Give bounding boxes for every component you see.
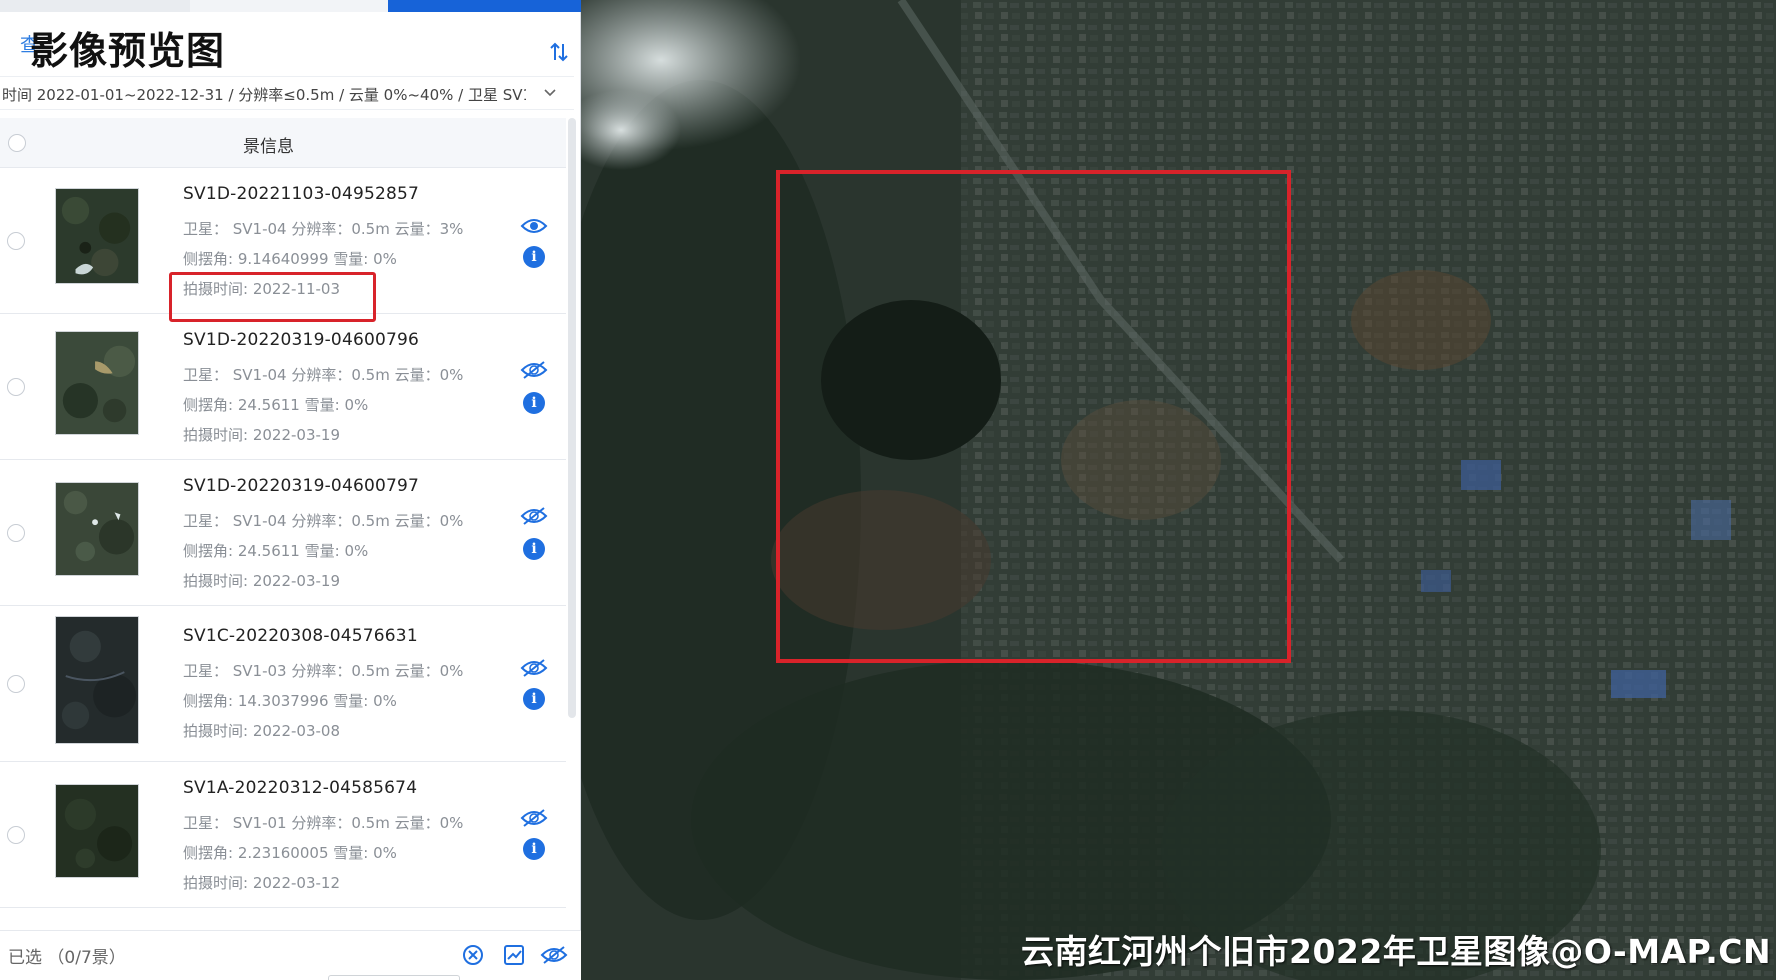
scene-id: SV1D-20220319-04600796 (183, 330, 420, 350)
scene-meta-line2: 侧摆角: 14.3037996 雪量: 0% (183, 692, 397, 710)
list-item[interactable]: SV1A-20220312-04585674 卫星： SV1-01 分辨率：0.… (0, 762, 566, 908)
scene-meta-line1: 卫星： SV1-03 分辨率：0.5m 云量：0% (183, 662, 464, 680)
scene-radio[interactable] (7, 675, 25, 693)
eye-off-icon[interactable] (520, 506, 548, 526)
scene-meta-line2: 侧摆角: 9.14640999 雪量: 0% (183, 250, 397, 268)
scene-meta-line2: 侧摆角: 24.5611 雪量: 0% (183, 396, 369, 414)
list-item[interactable]: SV1C-20220308-04576631 卫星： SV1-03 分辨率：0.… (0, 606, 566, 762)
tab-inactive[interactable] (0, 0, 190, 12)
scene-id: SV1C-20220308-04576631 (183, 626, 418, 646)
scene-radio[interactable] (7, 378, 25, 396)
scene-capture-time: 拍摄时间: 2022-03-12 (183, 874, 340, 892)
eye-off-icon[interactable] (520, 658, 548, 678)
panel-footer: 已选 （0/7景） (0, 930, 581, 980)
capture-time-highlight (169, 272, 376, 322)
scene-id: SV1D-20221103-04952857 (183, 184, 420, 204)
watermark: 云南红河州个旧市2022年卫星图像@O-MAP.CN (1021, 932, 1772, 971)
scene-search-panel: 查 影像预览图 时间 2022-01-01~2022-12-31 / 分辨率≤0… (0, 0, 581, 980)
sort-icon[interactable] (549, 40, 569, 64)
scene-meta-line1: 卫星： SV1-04 分辨率：0.5m 云量：0% (183, 366, 464, 384)
scene-radio[interactable] (7, 232, 25, 250)
list-item[interactable]: SV1D-20220319-04600796 卫星： SV1-04 分辨率：0.… (0, 314, 566, 460)
scene-thumbnail (55, 331, 139, 435)
scene-meta-line1: 卫星： SV1-04 分辨率：0.5m 云量：3% (183, 220, 464, 238)
select-all-radio[interactable] (8, 134, 26, 152)
scene-thumbnail (55, 784, 139, 878)
scene-capture-time: 拍摄时间: 2022-03-19 (183, 426, 340, 444)
scene-thumbnail (55, 188, 139, 284)
filter-summary-bar[interactable]: 时间 2022-01-01~2022-12-31 / 分辨率≤0.5m / 云量… (0, 76, 574, 110)
area-of-interest-outline (776, 170, 1291, 663)
scene-thumbnail (55, 616, 139, 744)
footer-scroll-handle[interactable] (328, 975, 460, 980)
scene-meta-line1: 卫星： SV1-01 分辨率：0.5m 云量：0% (183, 814, 464, 832)
info-icon[interactable]: i (523, 538, 545, 560)
satellite-map-view[interactable]: 云南红河州个旧市2022年卫星图像@O-MAP.CN (581, 0, 1776, 980)
scene-capture-time: 拍摄时间: 2022-03-08 (183, 722, 340, 740)
panel-tab-strip (0, 0, 581, 12)
scene-capture-time: 拍摄时间: 2022-03-19 (183, 572, 340, 590)
chevron-down-icon[interactable] (543, 86, 557, 100)
scene-radio[interactable] (7, 826, 25, 844)
scene-meta-line2: 侧摆角: 24.5611 雪量: 0% (183, 542, 369, 560)
selected-count: 已选 （0/7景） (8, 948, 126, 968)
scene-thumbnail (55, 482, 139, 576)
info-icon[interactable]: i (523, 392, 545, 414)
list-scrollbar[interactable] (568, 118, 576, 718)
scene-meta-line1: 卫星： SV1-04 分辨率：0.5m 云量：0% (183, 512, 464, 530)
zoom-to-extent-icon[interactable] (502, 943, 526, 967)
eye-off-icon[interactable] (520, 360, 548, 380)
scene-id: SV1A-20220312-04585674 (183, 778, 418, 798)
eye-icon[interactable] (520, 216, 548, 236)
eye-off-icon[interactable] (520, 808, 548, 828)
page-title: 影像预览图 (30, 28, 226, 73)
panel-header: 查 影像预览图 (0, 12, 581, 73)
scene-id: SV1D-20220319-04600797 (183, 476, 420, 496)
clear-selection-icon[interactable] (461, 943, 485, 967)
info-icon[interactable]: i (523, 246, 545, 268)
scene-meta-line2: 侧摆角: 2.23160005 雪量: 0% (183, 844, 397, 862)
tab-active[interactable] (388, 0, 581, 12)
scene-radio[interactable] (7, 524, 25, 542)
info-icon[interactable]: i (523, 838, 545, 860)
info-icon[interactable]: i (523, 688, 545, 710)
eye-off-icon[interactable] (540, 943, 568, 967)
list-header-title: 景信息 (243, 137, 294, 157)
filter-summary-text: 时间 2022-01-01~2022-12-31 / 分辨率≤0.5m / 云量… (2, 86, 526, 104)
list-header: 景信息 (0, 118, 566, 168)
list-item[interactable]: SV1D-20220319-04600797 卫星： SV1-04 分辨率：0.… (0, 460, 566, 606)
